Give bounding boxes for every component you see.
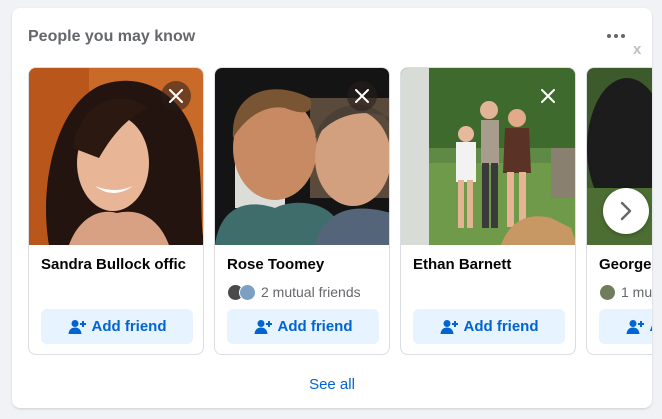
add-friend-label: Add friend (650, 318, 653, 335)
person-card: Ethan Barnett Add friend (400, 67, 576, 355)
add-friend-icon (254, 319, 272, 334)
add-friend-button[interactable]: Add friend (41, 309, 193, 344)
mutual-friend-avatars (227, 283, 256, 301)
person-card: Sandra Bullock offic Add friend (28, 67, 204, 355)
person-photo[interactable] (29, 68, 203, 245)
close-icon (355, 89, 369, 103)
remove-suggestion-button[interactable] (533, 81, 563, 111)
add-friend-icon (68, 319, 86, 334)
close-icon (169, 89, 183, 103)
person-card: Rose Toomey 2 mutual friends Add friend (214, 67, 390, 355)
mutual-friends-text: 2 mutual friends (261, 284, 361, 300)
see-all-link[interactable]: See all (12, 376, 652, 393)
remove-suggestion-button[interactable] (347, 81, 377, 111)
mutual-friend-avatars (599, 283, 616, 301)
more-options-button[interactable] (604, 26, 628, 46)
person-photo[interactable] (401, 68, 575, 245)
person-name[interactable]: Sandra Bullock offic (41, 256, 201, 273)
mutual-friends[interactable]: 1 mu (599, 283, 652, 301)
panel-title: People you may know (28, 28, 196, 45)
add-friend-label: Add friend (277, 318, 353, 335)
people-carousel: Sandra Bullock offic Add friend Rose Too… (28, 67, 652, 357)
add-friend-icon (626, 319, 644, 334)
add-friend-icon (440, 319, 458, 334)
remove-suggestion-button[interactable] (161, 81, 191, 111)
mutual-friends[interactable]: 2 mutual friends (227, 283, 361, 301)
add-friend-label: Add friend (463, 318, 539, 335)
chevron-right-icon (620, 201, 632, 221)
add-friend-label: Add friend (91, 318, 167, 335)
carousel-next-button[interactable] (603, 188, 649, 234)
dismiss-panel-button[interactable]: x (633, 41, 641, 58)
add-friend-button[interactable]: Add friend (599, 309, 652, 344)
add-friend-button[interactable]: Add friend (413, 309, 565, 344)
person-photo[interactable] (215, 68, 389, 245)
person-name[interactable]: Rose Toomey (227, 256, 387, 273)
person-name[interactable]: George (599, 256, 652, 273)
people-you-may-know-panel: People you may know x Sandra Bullock off… (12, 8, 652, 408)
mutual-friends-text: 1 mu (621, 284, 652, 300)
close-icon (541, 89, 555, 103)
add-friend-button[interactable]: Add friend (227, 309, 379, 344)
person-name[interactable]: Ethan Barnett (413, 256, 573, 273)
more-icon (607, 34, 611, 38)
